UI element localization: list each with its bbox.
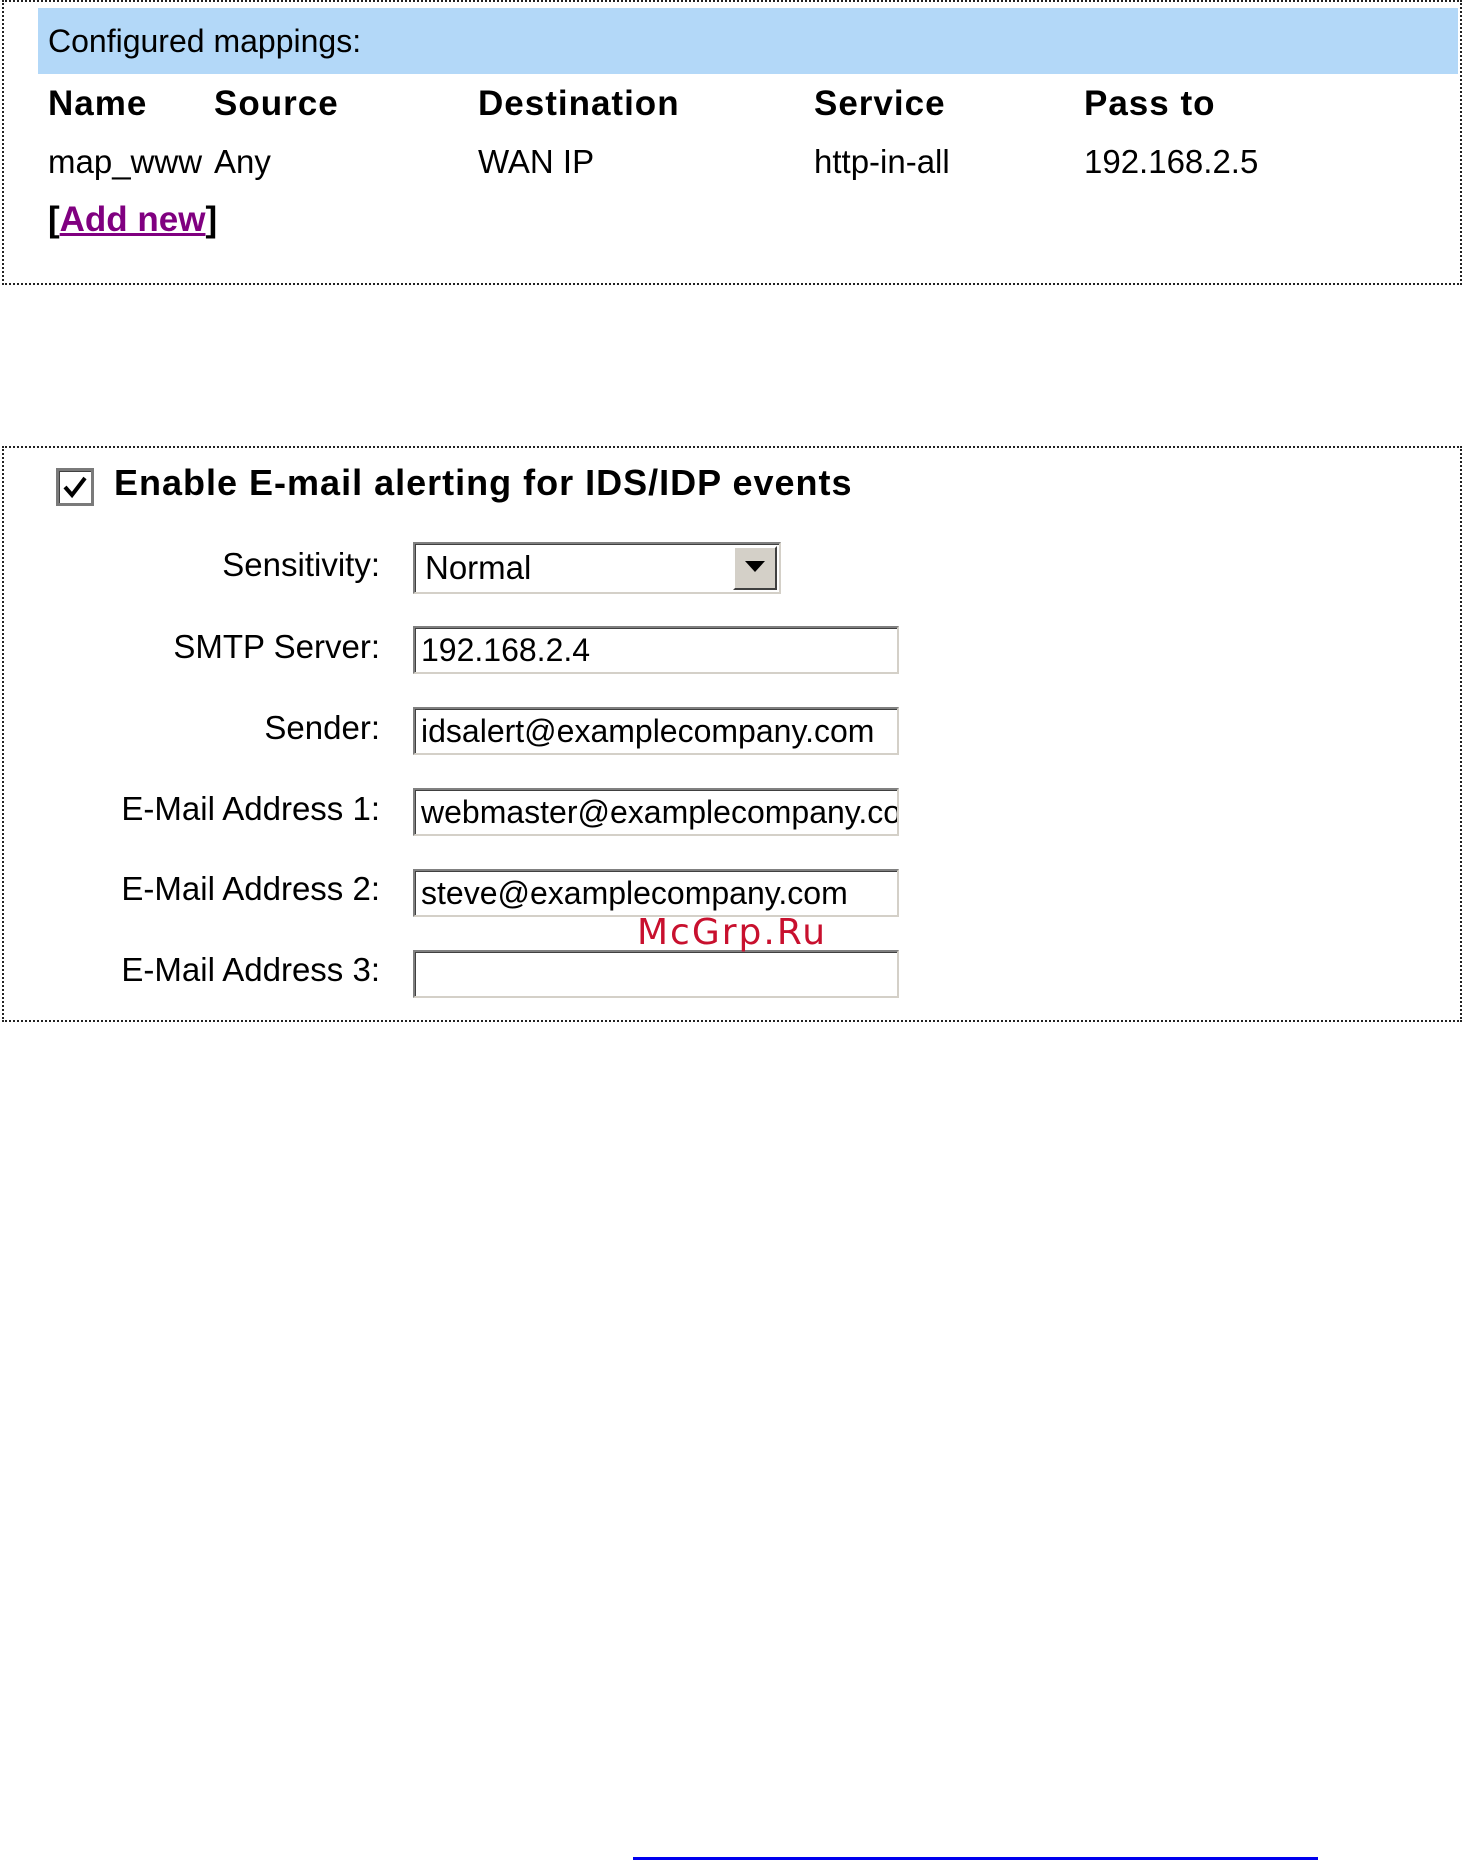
column-header-source: Source	[214, 84, 339, 123]
column-header-name: Name	[48, 84, 148, 123]
mapping-source-cell: Any	[214, 143, 271, 180]
bottom-divider	[633, 1857, 1318, 1860]
sender-label: Sender:	[264, 709, 380, 746]
email-address-2-input[interactable]: steve@examplecompany.com	[413, 869, 899, 917]
check-icon	[63, 476, 87, 499]
smtp-server-label: SMTP Server:	[173, 628, 380, 665]
chevron-down-icon	[745, 561, 765, 572]
email-address-1-label: E-Mail Address 1:	[121, 790, 380, 827]
email-address-3-label: E-Mail Address 3:	[121, 951, 380, 988]
enable-alerting-label: Enable E-mail alerting for IDS/IDP event…	[114, 462, 853, 503]
mappings-panel: Configured mappings: Name Source Destina…	[2, 0, 1462, 285]
add-new-link[interactable]: Add new	[60, 200, 206, 239]
watermark: McGrp.Ru	[637, 912, 828, 953]
email-address-3-input[interactable]	[413, 950, 899, 998]
column-header-destination: Destination	[478, 84, 680, 123]
mapping-service-cell: http-in-all	[814, 143, 950, 180]
add-new-wrapper: [Add new]	[48, 200, 217, 240]
email-address-1-input[interactable]: webmaster@examplecompany.com	[413, 788, 899, 836]
sensitivity-value: Normal	[425, 549, 532, 586]
mappings-header: Configured mappings:	[38, 8, 1458, 74]
bracket-open: [	[48, 200, 60, 239]
sensitivity-dropdown-button[interactable]	[733, 546, 777, 590]
enable-alerting-checkbox[interactable]	[56, 468, 94, 506]
mapping-pass-to-cell: 192.168.2.5	[1084, 143, 1259, 180]
mapping-name-cell: map_www	[48, 143, 203, 180]
sensitivity-label: Sensitivity:	[222, 546, 380, 583]
column-header-pass-to: Pass to	[1084, 84, 1216, 123]
column-header-service: Service	[814, 84, 946, 123]
smtp-server-input[interactable]: 192.168.2.4	[413, 626, 899, 674]
sender-input[interactable]: idsalert@examplecompany.com	[413, 707, 899, 755]
email-address-2-label: E-Mail Address 2:	[121, 870, 380, 907]
sensitivity-select[interactable]: Normal	[413, 542, 781, 594]
bracket-close: ]	[205, 200, 218, 239]
mapping-destination-cell: WAN IP	[478, 143, 595, 180]
